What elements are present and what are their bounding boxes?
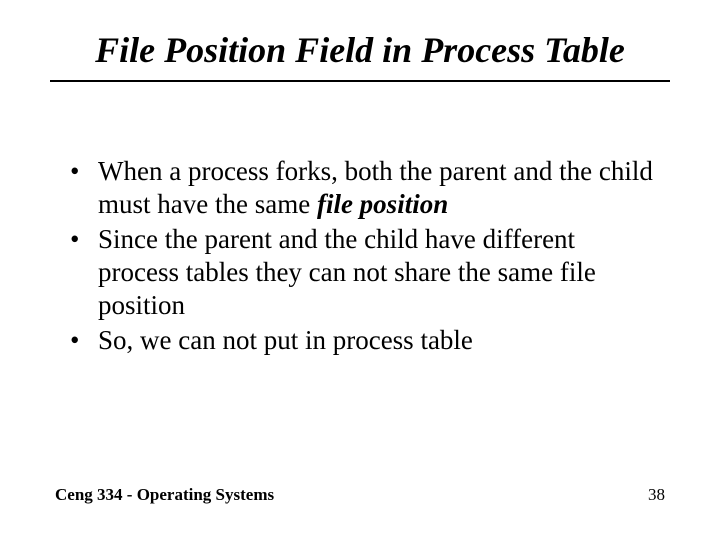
bullet-list: When a process forks, both the parent an…	[70, 155, 660, 357]
title-underline	[50, 80, 670, 82]
bullet-emph: file position	[317, 189, 448, 219]
bullet-text: So, we can not put in process table	[98, 325, 473, 355]
slide-number: 38	[648, 485, 665, 505]
list-item: When a process forks, both the parent an…	[70, 155, 660, 221]
bullet-text: Since the parent and the child have diff…	[98, 224, 596, 320]
list-item: Since the parent and the child have diff…	[70, 223, 660, 322]
slide: File Position Field in Process Table Whe…	[0, 0, 720, 540]
slide-body: When a process forks, both the parent an…	[70, 155, 660, 359]
footer-course: Ceng 334 - Operating Systems	[55, 485, 274, 505]
list-item: So, we can not put in process table	[70, 324, 660, 357]
slide-title: File Position Field in Process Table	[50, 30, 670, 71]
